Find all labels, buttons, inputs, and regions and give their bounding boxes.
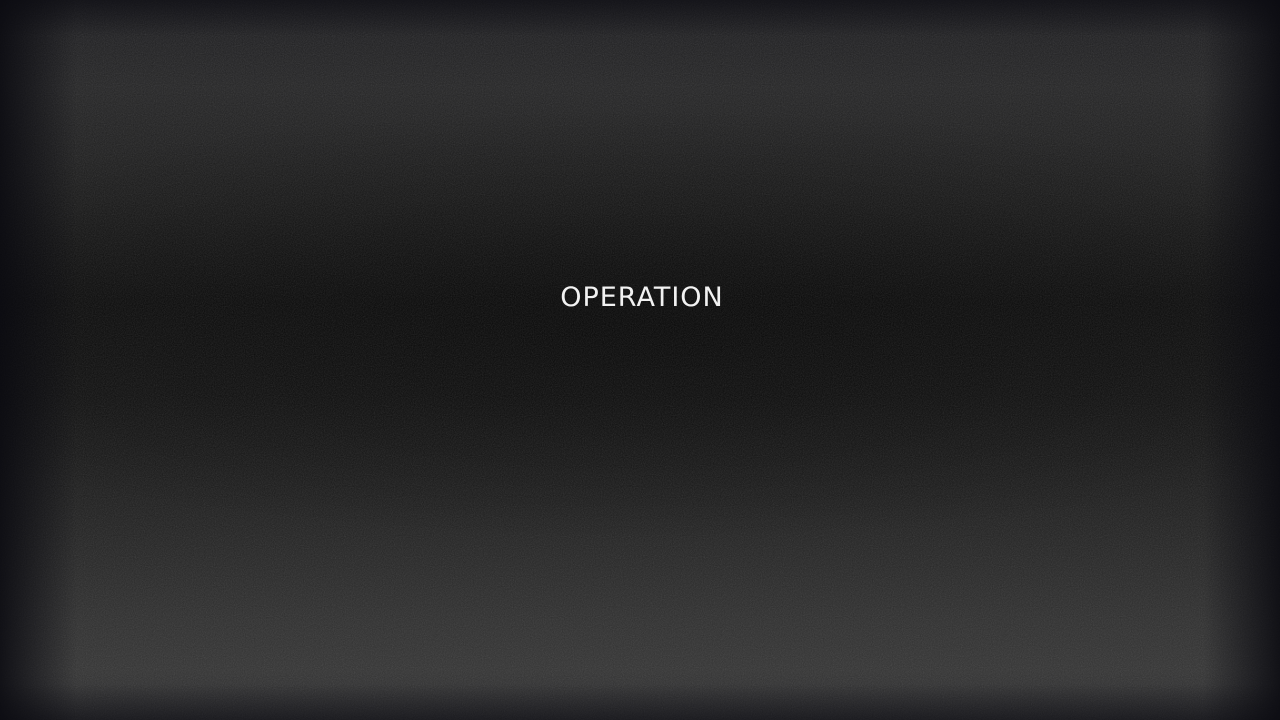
screen-title: OPERATION <box>560 282 724 313</box>
film-grain-overlay <box>0 0 1280 720</box>
title-screen: OPERATION <box>0 0 1280 720</box>
vignette-overlay <box>0 0 1280 720</box>
